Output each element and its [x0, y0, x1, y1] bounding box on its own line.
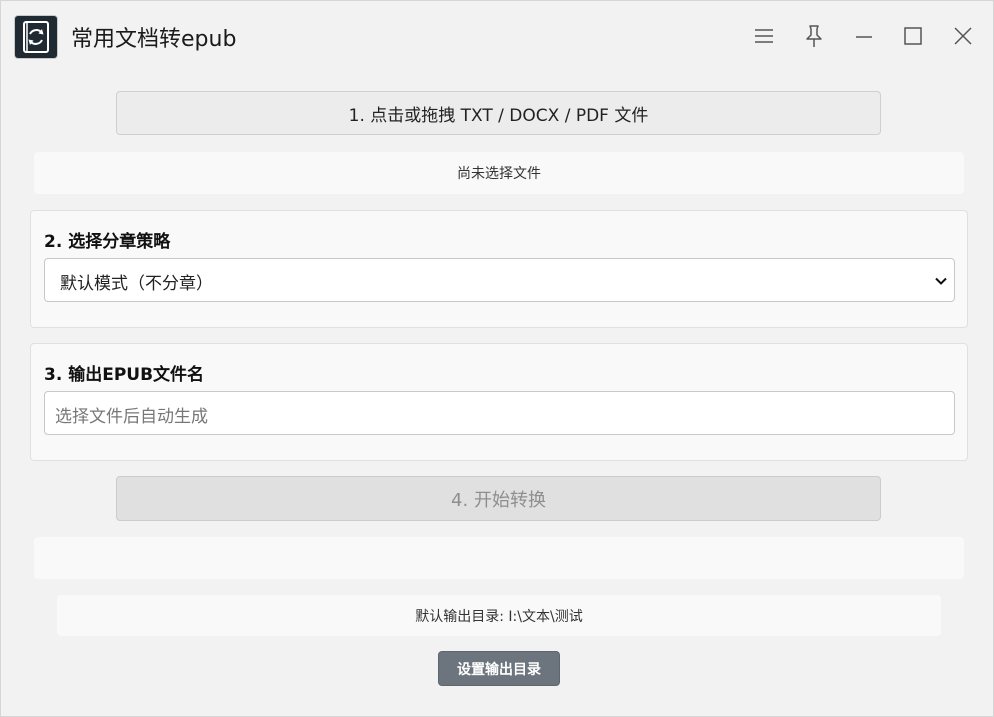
output-filename-input[interactable]: 选择文件后自动生成: [44, 391, 955, 435]
file-status-text: 尚未选择文件: [34, 152, 964, 194]
output-directory-text: 默认输出目录: I:\文本\测试: [57, 595, 941, 636]
output-filename-placeholder: 选择文件后自动生成: [55, 407, 208, 427]
menu-icon[interactable]: [751, 23, 777, 49]
chapter-strategy-selected-value: 默认模式（不分章）: [60, 274, 213, 294]
close-icon[interactable]: [950, 23, 976, 49]
select-file-button[interactable]: 1. 点击或拖拽 TXT / DOCX / PDF 文件: [116, 91, 881, 135]
chapter-strategy-section: 2. 选择分章策略 默认模式（不分章）: [30, 210, 968, 328]
title-bar: 常用文档转epub: [1, 1, 993, 73]
conversion-status-area: [34, 537, 964, 579]
refresh-book-icon: [15, 16, 57, 58]
pin-icon[interactable]: [801, 23, 827, 49]
output-filename-section: 3. 输出EPUB文件名 选择文件后自动生成: [30, 343, 968, 461]
app-window: 常用文档转epub 1. 点击或拖拽 TXT / DOCX / PDF 文件 尚…: [0, 0, 994, 717]
window-title: 常用文档转epub: [71, 27, 237, 52]
output-filename-label: 3. 输出EPUB文件名: [44, 365, 205, 385]
chapter-strategy-label: 2. 选择分章策略: [44, 232, 171, 252]
maximize-icon[interactable]: [900, 23, 926, 49]
minimize-icon[interactable]: [851, 23, 877, 49]
chevron-down-icon: [934, 273, 948, 292]
set-output-directory-button[interactable]: 设置输出目录: [438, 651, 560, 686]
chapter-strategy-select[interactable]: 默认模式（不分章）: [44, 258, 955, 302]
start-convert-button[interactable]: 4. 开始转换: [116, 476, 881, 521]
